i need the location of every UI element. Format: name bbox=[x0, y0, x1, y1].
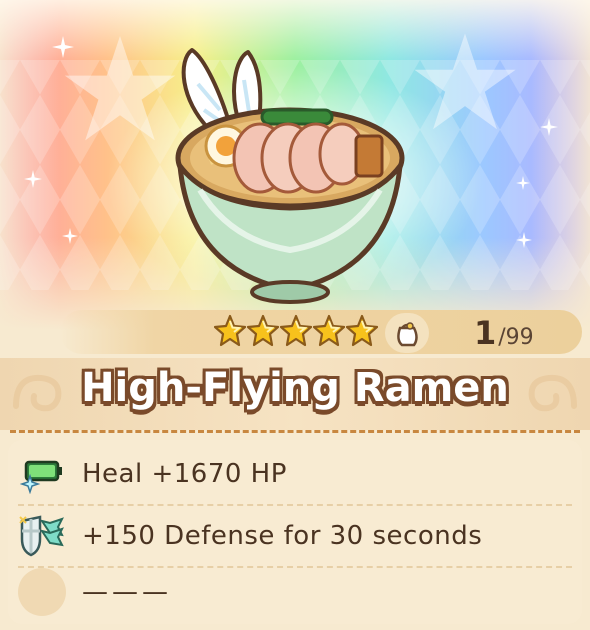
item-detail-card: 1 /99 High-Flying Ramen Heal +1670 HP +1… bbox=[0, 0, 590, 630]
item-count: 1 /99 bbox=[474, 314, 534, 352]
star-icon bbox=[313, 314, 345, 347]
effect-row: +150 Defense for 30 seconds bbox=[8, 506, 582, 566]
star-icon bbox=[214, 314, 246, 347]
sparkle-icon bbox=[516, 232, 532, 248]
effect-text: +150 Defense for 30 seconds bbox=[82, 521, 483, 551]
item-name: High-Flying Ramen bbox=[81, 365, 509, 411]
sparkle-icon bbox=[62, 228, 78, 244]
empty-slot-icon bbox=[18, 568, 66, 616]
ramen-bowl-icon bbox=[175, 48, 405, 304]
defense-up-icon bbox=[18, 512, 66, 560]
effect-row: ——— bbox=[8, 562, 582, 622]
sparkle-icon bbox=[540, 118, 558, 136]
star-icon bbox=[247, 314, 279, 347]
title-divider bbox=[10, 430, 580, 433]
max-count: /99 bbox=[498, 325, 534, 350]
effect-text: ——— bbox=[82, 577, 172, 607]
effect-text: Heal +1670 HP bbox=[82, 459, 287, 489]
star-glow-right bbox=[414, 33, 516, 130]
star-icon bbox=[346, 314, 378, 347]
sparkle-icon bbox=[24, 170, 42, 188]
sparkle-icon bbox=[516, 176, 530, 190]
owned-count: 1 bbox=[474, 314, 497, 352]
star-glow-left bbox=[64, 36, 176, 141]
inventory-bag-icon bbox=[385, 313, 429, 353]
effect-row: Heal +1670 HP bbox=[8, 444, 582, 504]
effects-panel: Heal +1670 HP +150 Defense for 30 second… bbox=[8, 440, 582, 624]
star-icon bbox=[280, 314, 312, 347]
rarity-stars bbox=[214, 314, 378, 350]
heal-battery-icon bbox=[18, 450, 66, 498]
